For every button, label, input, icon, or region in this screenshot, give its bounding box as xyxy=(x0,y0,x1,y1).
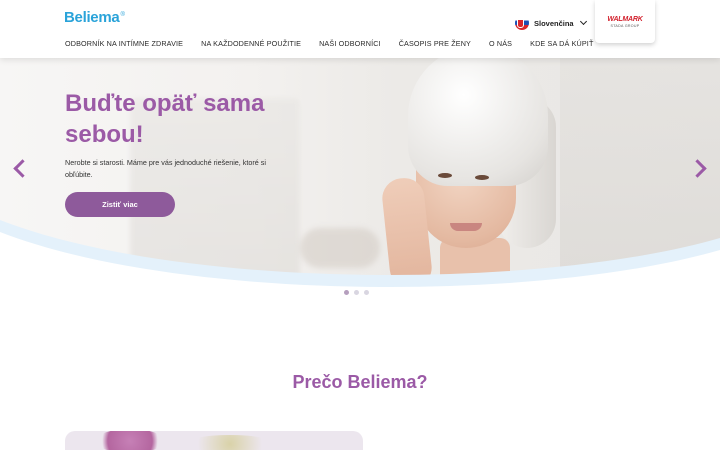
eye xyxy=(438,173,452,178)
plant-decor xyxy=(185,435,275,450)
carousel-dot[interactable] xyxy=(354,290,359,295)
carousel-dot[interactable] xyxy=(344,290,349,295)
previous-slide-arrow-icon[interactable] xyxy=(12,159,26,177)
logo-text: Beliema xyxy=(64,9,120,26)
nav-item-our-experts[interactable]: NAŠI ODBORNÍCI xyxy=(319,39,381,48)
chevron-down-icon xyxy=(579,17,587,26)
carousel-dots xyxy=(344,290,369,295)
language-selector[interactable]: Slovenčina xyxy=(515,16,587,30)
main-navigation: ODBORNÍK NA INTÍMNE ZDRAVIE NA KAŽDODENN… xyxy=(65,39,612,48)
towel xyxy=(408,58,548,186)
nav-item-magazine[interactable]: ČASOPIS PRE ŽENY xyxy=(399,39,471,48)
feature-card-image xyxy=(65,431,363,450)
next-slide-arrow-icon[interactable] xyxy=(693,159,707,177)
walmark-name: WALMARK xyxy=(607,15,643,23)
nav-item-about-us[interactable]: O NÁS xyxy=(489,39,512,48)
language-label: Slovenčina xyxy=(534,18,574,28)
registered-mark: ® xyxy=(120,12,125,18)
nav-item-intimate-health[interactable]: ODBORNÍK NA INTÍMNE ZDRAVIE xyxy=(65,39,183,48)
nav-item-daily-use[interactable]: NA KAŽDODENNÉ POUŽITIE xyxy=(201,39,301,48)
flower-decor xyxy=(95,431,165,450)
hero-title: Buďte opäť sama sebou! xyxy=(65,90,265,148)
walmark-sub: STADA GROUP xyxy=(610,23,640,28)
walmark-logo[interactable]: WALMARK STADA GROUP xyxy=(595,0,655,43)
beliema-logo[interactable]: Beliema® xyxy=(64,9,125,26)
nav-item-where-to-buy[interactable]: KDE SA DÁ KÚPIŤ xyxy=(530,39,593,48)
section-title: Prečo Beliema? xyxy=(292,372,428,392)
hero-wave-divider xyxy=(0,220,720,330)
site-header: Beliema® ODBORNÍK NA INTÍMNE ZDRAVIE NA … xyxy=(0,0,720,58)
hero-text: Nerobte si starosti. Máme pre vás jednod… xyxy=(65,158,266,179)
slovakia-flag-icon xyxy=(515,16,529,30)
eye xyxy=(475,175,489,180)
learn-more-button[interactable]: Zistiť viac xyxy=(65,192,175,217)
carousel-dot[interactable] xyxy=(364,290,369,295)
